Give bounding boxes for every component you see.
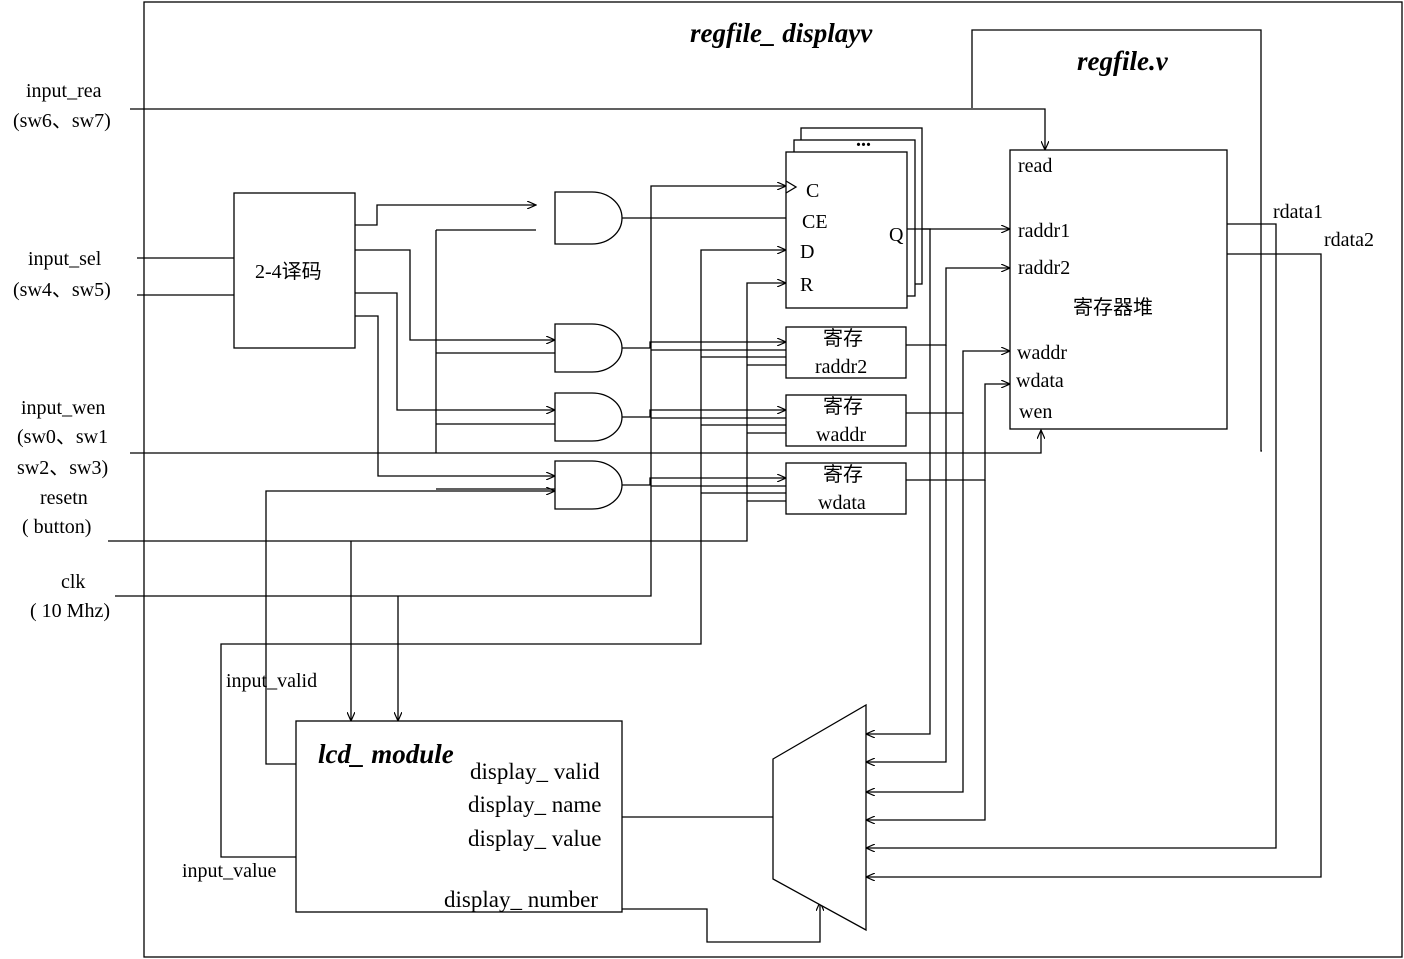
ff-d-port: D: [800, 241, 814, 263]
clk-frequency-label: ( 10 Mhz): [30, 600, 110, 622]
lcd-display-valid-port: display_ valid: [470, 759, 600, 784]
ff-stack-ellipsis: ...: [856, 129, 871, 151]
regfile-display-diagram: regfile_ displayv regfile.v input_rea (s…: [13, 1, 1403, 958]
register-waddr-top: 寄存: [823, 395, 863, 418]
ff-q-port: Q: [889, 224, 904, 246]
decoder-label: 2-4译码: [255, 260, 322, 283]
and-gate-ff: [554, 191, 623, 245]
ff-ce-port: CE: [802, 211, 828, 233]
resetn-label: resetn: [40, 487, 88, 509]
input-sel-label: input_sel: [28, 248, 102, 270]
regfile-wen-port: wen: [1019, 401, 1052, 423]
input-wen-switches-2: sw2、sw3): [17, 457, 108, 479]
resetn-button-label: ( button): [22, 516, 91, 538]
input-sel-switches: (sw4、sw5): [13, 279, 111, 301]
input-wen-switches-1: (sw0、sw1: [17, 426, 108, 448]
regfile-waddr-port: waddr: [1017, 342, 1067, 364]
register-wdata-bottom: wdata: [818, 492, 866, 514]
and-gate-wdata: [554, 460, 623, 510]
lcd-display-number-port: display_ number: [444, 887, 598, 912]
lcd-display-name-port: display_ name: [468, 792, 602, 817]
top-module-title: regfile_ displayv: [690, 18, 873, 48]
regfile-raddr2-port: raddr2: [1018, 257, 1070, 279]
ff-r-port: R: [800, 274, 814, 296]
register-waddr-bottom: waddr: [816, 424, 866, 446]
input-rea-label: input_rea: [26, 80, 102, 102]
regfile-center-label: 寄存器堆: [1073, 296, 1153, 319]
clk-label: clk: [61, 571, 85, 593]
regfile-read-port: read: [1018, 155, 1052, 177]
input-valid-label: input_valid: [226, 670, 317, 692]
register-raddr2-top: 寄存: [823, 327, 863, 350]
lcd-module-title: lcd_ module: [318, 739, 454, 769]
flip-flop-stack: ... C CE D R Q: [785, 127, 931, 309]
and-gate-waddr: [554, 392, 623, 442]
regfile-raddr1-port: raddr1: [1018, 220, 1070, 242]
rdata2-label: rdata2: [1324, 229, 1374, 251]
input-rea-switches: (sw6、sw7): [13, 110, 111, 132]
regfile-module-title: regfile.v: [1077, 46, 1169, 76]
regfile-wdata-port: wdata: [1016, 370, 1064, 392]
input-wen-label: input_wen: [21, 397, 105, 419]
lcd-display-value-port: display_ value: [468, 826, 602, 851]
register-raddr2-bottom: raddr2: [815, 356, 867, 378]
ff-c-port: C: [806, 180, 819, 202]
rdata1-label: rdata1: [1273, 201, 1323, 223]
and-gate-raddr2: [554, 323, 623, 373]
registers: 寄存 raddr2 寄存 waddr 寄存 wdata: [785, 326, 907, 515]
register-wdata-top: 寄存: [823, 463, 863, 486]
input-value-label: input_value: [182, 860, 277, 882]
